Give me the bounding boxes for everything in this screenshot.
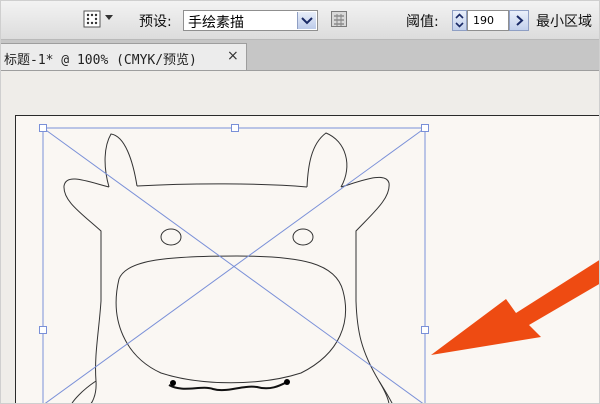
document-tab-title: 标题-1* @ 100% (CMYK/预览) [4, 53, 197, 68]
preset-value: 手绘素描 [188, 15, 244, 31]
document-tab-bar: 标题-1* @ 100% (CMYK/预览) × [1, 40, 599, 71]
app-window: 预设: 手绘素描 阈值: 190 最小区域 标题-1* @ 100% (CMYK… [0, 0, 600, 404]
resize-handle[interactable] [39, 124, 47, 132]
anchor-point [284, 379, 290, 385]
document-tab[interactable]: 标题-1* @ 100% (CMYK/预览) × [1, 43, 247, 70]
threshold-input[interactable]: 190 [467, 10, 509, 31]
tool-dropdown-icon[interactable] [105, 15, 113, 20]
threshold-label: 阈值: [406, 14, 439, 30]
min-area-label: 最小区域 [536, 14, 592, 30]
preset-select[interactable]: 手绘素描 [183, 10, 318, 31]
anchor-point [170, 380, 176, 386]
close-icon[interactable]: × [227, 48, 239, 64]
resize-handle[interactable] [421, 124, 429, 132]
preset-options-icon[interactable] [331, 11, 347, 27]
resize-handle[interactable] [231, 124, 239, 132]
control-bar: 预设: 手绘素描 阈值: 190 最小区域 [1, 1, 599, 40]
cow-outline [63, 132, 393, 403]
chevron-down-icon[interactable] [297, 12, 316, 29]
spinner-updown-icon[interactable] [452, 10, 467, 31]
halftone-grid-icon[interactable] [83, 10, 101, 28]
preset-label: 预设: [139, 14, 172, 30]
resize-handle[interactable] [39, 326, 47, 334]
resize-handle[interactable] [421, 326, 429, 334]
selection-box[interactable] [42, 127, 426, 404]
orange-arrow-icon [431, 260, 599, 355]
chevron-right-icon[interactable] [509, 10, 529, 31]
canvas-artwork[interactable] [1, 71, 600, 404]
